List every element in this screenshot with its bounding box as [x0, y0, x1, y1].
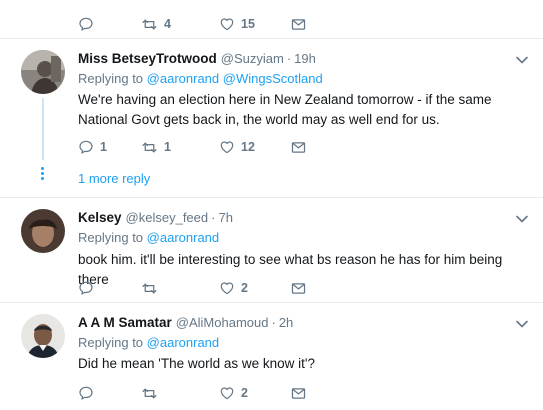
retweet-button[interactable]: 4 [141, 16, 219, 33]
retweet-icon [141, 139, 158, 156]
tweet-actions: 1 1 12 [78, 138, 307, 156]
like-count: 15 [241, 17, 255, 31]
reply-button[interactable] [78, 280, 141, 296]
envelope-icon [290, 16, 307, 33]
retweet-icon [141, 16, 158, 33]
like-button[interactable]: 2 [219, 385, 290, 401]
heart-icon [219, 385, 235, 401]
retweet-button[interactable] [141, 385, 219, 402]
mention-link[interactable]: @aaronrand [147, 71, 219, 86]
reply-button[interactable]: 1 [78, 139, 141, 155]
chevron-down-icon[interactable] [515, 55, 529, 65]
tweet-text: Did he mean 'The world as we know it'? [78, 356, 316, 371]
like-count: 2 [241, 386, 248, 400]
avatar[interactable] [21, 50, 65, 94]
like-button[interactable]: 2 [219, 280, 290, 296]
tweet-actions: 2 [78, 384, 307, 402]
replying-to: Replying to @aaronrand [78, 230, 219, 245]
retweet-button[interactable]: 1 [141, 139, 219, 156]
avatar[interactable] [21, 209, 65, 253]
envelope-icon [290, 385, 307, 402]
display-name[interactable]: Kelsey [78, 210, 122, 225]
direct-message-button[interactable] [290, 139, 307, 156]
reply-icon [78, 385, 94, 401]
reply-button[interactable] [78, 16, 141, 32]
tweet-actions: 2 [78, 279, 307, 297]
more-replies-dots [41, 167, 45, 182]
avatar[interactable] [21, 314, 65, 358]
timestamp[interactable]: 19h [294, 51, 316, 66]
replying-to: Replying to @aaronrand [78, 335, 219, 350]
reply-icon [78, 16, 94, 32]
mention-link[interactable]: @WingsScotland [223, 71, 323, 86]
direct-message-button[interactable] [290, 385, 307, 402]
retweet-button[interactable] [141, 280, 219, 297]
envelope-icon [290, 280, 307, 297]
retweet-icon [141, 385, 158, 402]
reply-button[interactable] [78, 385, 141, 401]
envelope-icon [290, 139, 307, 156]
replying-to-label: Replying to [78, 230, 144, 245]
tweet[interactable]: Kelsey @kelsey_feed · 7h Replying to @aa… [0, 198, 543, 302]
timestamp[interactable]: 2h [279, 315, 293, 330]
retweet-count: 1 [164, 140, 171, 154]
chevron-down-icon[interactable] [515, 319, 529, 329]
more-replies-link[interactable]: 1 more reply [78, 171, 150, 186]
retweet-count: 4 [164, 17, 171, 31]
replying-to-label: Replying to [78, 71, 144, 86]
reply-count: 1 [100, 140, 107, 154]
tweet[interactable]: A A M Samatar @AliMohamoud · 2h Replying… [0, 303, 543, 410]
user-handle[interactable]: @Suzyiam [221, 51, 284, 66]
like-button[interactable]: 12 [219, 139, 290, 155]
display-name[interactable]: Miss BetseyTrotwood [78, 51, 217, 66]
retweet-icon [141, 280, 158, 297]
like-count: 12 [241, 140, 255, 154]
separator-dot: · [211, 210, 216, 225]
display-name[interactable]: A A M Samatar [78, 315, 172, 330]
replying-to-label: Replying to [78, 335, 144, 350]
previous-tweet-actions: 4 15 [78, 15, 307, 33]
reply-icon [78, 139, 94, 155]
thread-connector [42, 98, 44, 160]
mention-link[interactable]: @aaronrand [147, 335, 219, 350]
replying-to: Replying to @aaronrand @WingsScotland [78, 71, 323, 86]
heart-icon [219, 16, 235, 32]
heart-icon [219, 139, 235, 155]
user-handle[interactable]: @AliMohamoud [176, 315, 269, 330]
separator-dot: · [271, 315, 276, 330]
timestamp[interactable]: 7h [218, 210, 232, 225]
separator-dot: · [286, 51, 292, 66]
chevron-down-icon[interactable] [515, 214, 529, 224]
direct-message-button[interactable] [290, 16, 307, 33]
direct-message-button[interactable] [290, 280, 307, 297]
user-handle[interactable]: @kelsey_feed [126, 210, 209, 225]
tweet-text: We're having an election here in New Zea… [78, 92, 492, 127]
like-button[interactable]: 15 [219, 16, 290, 32]
reply-icon [78, 280, 94, 296]
heart-icon [219, 280, 235, 296]
like-count: 2 [241, 281, 248, 295]
mention-link[interactable]: @aaronrand [147, 230, 219, 245]
